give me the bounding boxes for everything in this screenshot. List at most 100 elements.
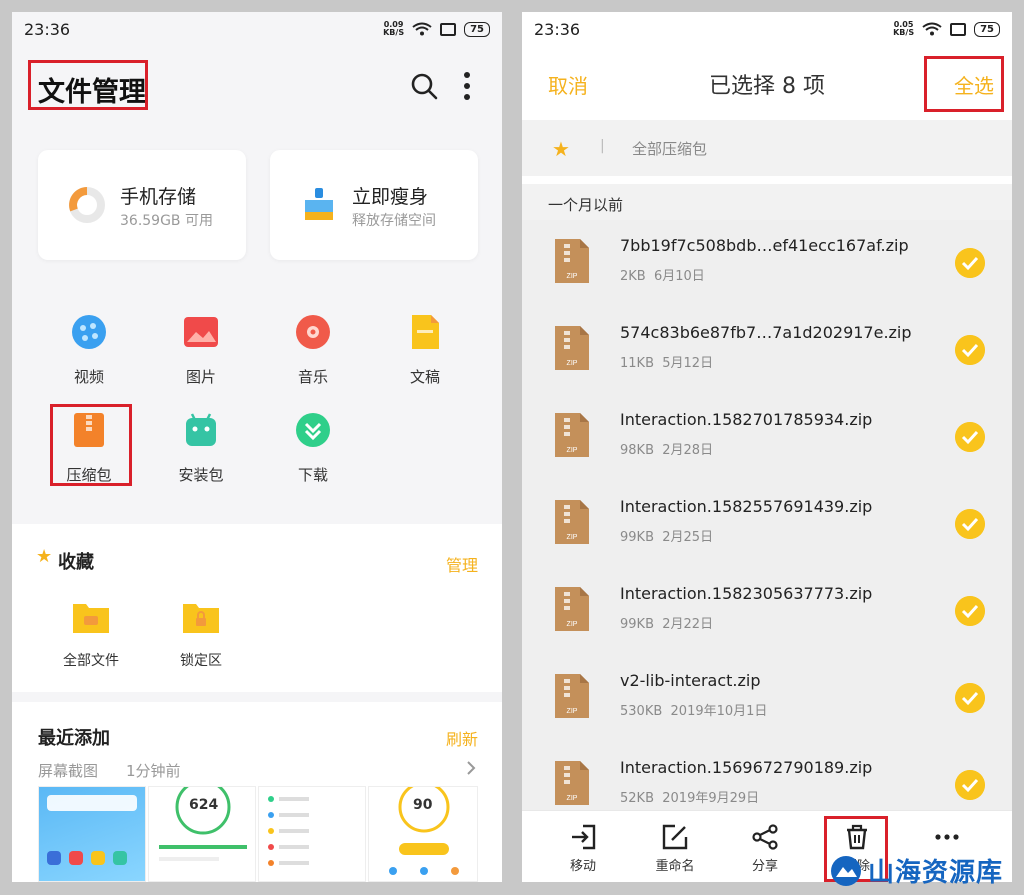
edit-icon [662, 824, 688, 850]
file-date: 2月25日 [662, 530, 714, 545]
status-bar: 23:36 0.09 KB/S 75 [12, 12, 502, 46]
checkmark-icon[interactable] [955, 596, 985, 626]
clean-up-card[interactable]: 立即瘦身 释放存储空间 [270, 150, 478, 260]
checkmark-icon[interactable] [955, 335, 985, 365]
video-icon [72, 315, 106, 349]
download-icon [296, 413, 330, 447]
svg-text:ZIP: ZIP [567, 708, 578, 715]
archive-selection-screen: 23:36 0.05 KB/S 75 取消 已选择 8 项 全选 ★ | 全部压缩… [522, 12, 1012, 882]
file-name: 574c83b6e87fb7…7a1d202917e.zip [620, 323, 912, 342]
category-images[interactable]: 图片 [151, 314, 251, 387]
star-icon: ★ [36, 546, 53, 567]
recent-source: 屏幕截图 [38, 762, 99, 780]
file-meta: 530KB 2019年10月1日 [620, 700, 767, 719]
category-apks[interactable]: 安装包 [151, 412, 251, 485]
category-video[interactable]: 视频 [39, 314, 139, 387]
file-date: 2月28日 [662, 443, 714, 458]
checkmark-icon[interactable] [955, 248, 985, 278]
file-meta: 99KB 2月25日 [620, 526, 713, 545]
zip-file-icon: ZIP [555, 413, 589, 457]
lock-folder-icon [183, 604, 219, 633]
zip-file-icon: ZIP [555, 674, 589, 718]
file-list: ZIP 7bb19f7c508bdb…ef41ecc167af.zip 2KB 6月… [522, 220, 1012, 810]
category-documents[interactable]: 文稿 [375, 314, 475, 387]
breadcrumb: ★ | 全部压缩包 [522, 120, 1012, 176]
svg-text:ZIP: ZIP [567, 360, 578, 367]
zip-file-icon: ZIP [555, 500, 589, 544]
file-row[interactable]: ZIP Interaction.1582701785934.zip 98KB 2月2… [522, 394, 1012, 481]
highlight-box-select-all [924, 56, 1004, 112]
checkmark-icon[interactable] [955, 770, 985, 800]
recent-time: 1分钟前 [126, 762, 181, 780]
file-name: Interaction.1569672790189.zip [620, 758, 873, 777]
svg-text:ZIP: ZIP [567, 273, 578, 280]
checkmark-icon[interactable] [955, 683, 985, 713]
checkmark-icon[interactable] [955, 422, 985, 452]
move-button[interactable]: 移动 [553, 823, 613, 874]
screenshot-thumb[interactable]: 90 [368, 786, 478, 882]
breadcrumb-separator: | [600, 138, 605, 154]
search-icon[interactable] [410, 72, 438, 100]
zip-file-icon: ZIP [555, 239, 589, 283]
refresh-link[interactable]: 刷新 [446, 726, 478, 750]
file-size: 98KB [620, 443, 654, 458]
file-date: 5月12日 [662, 356, 714, 371]
net-speed: 0.09 KB/S [383, 20, 405, 37]
rename-button[interactable]: 重命名 [645, 823, 705, 874]
more-vertical-icon[interactable] [460, 70, 474, 102]
more-horizontal-icon [935, 834, 959, 840]
document-icon [412, 315, 439, 349]
file-size: 52KB [620, 791, 654, 806]
file-row[interactable]: ZIP v2-lib-interact.zip 530KB 2019年10月1日 [522, 655, 1012, 742]
star-icon[interactable]: ★ [552, 137, 570, 161]
file-size: 2KB [620, 269, 646, 284]
chevron-right-icon[interactable] [466, 760, 476, 776]
file-meta: 52KB 2019年9月29日 [620, 787, 759, 806]
file-row[interactable]: ZIP 7bb19f7c508bdb…ef41ecc167af.zip 2KB 6月… [522, 220, 1012, 307]
category-downloads[interactable]: 下载 [263, 412, 363, 485]
file-date: 2019年9月29日 [662, 791, 760, 806]
zip-file-icon: ZIP [555, 587, 589, 631]
wifi-icon [412, 22, 432, 36]
file-date: 2019年10月1日 [670, 704, 768, 719]
share-button[interactable]: 分享 [735, 823, 795, 874]
screenshot-thumb[interactable]: 624 [148, 786, 256, 882]
file-row[interactable]: ZIP 574c83b6e87fb7…7a1d202917e.zip 11KB 5月… [522, 307, 1012, 394]
phone-storage-card[interactable]: 手机存储 36.59GB 可用 [38, 150, 246, 260]
file-name: Interaction.1582305637773.zip [620, 584, 873, 603]
card-subtitle: 释放存储空间 [352, 213, 436, 229]
share-icon [752, 824, 778, 850]
checkmark-icon[interactable] [955, 509, 985, 539]
file-row[interactable]: ZIP Interaction.1582305637773.zip 99KB 2月2… [522, 568, 1012, 655]
file-meta: 98KB 2月28日 [620, 439, 713, 458]
screenshot-thumb[interactable] [38, 786, 146, 882]
broom-icon [305, 188, 333, 220]
file-date: 6月10日 [653, 269, 705, 284]
file-meta: 2KB 6月10日 [620, 265, 705, 284]
card-subtitle: 36.59GB 可用 [120, 213, 213, 229]
svg-text:ZIP: ZIP [567, 447, 578, 454]
battery-icon: 75 [974, 21, 1000, 37]
file-manager-home: 23:36 0.09 KB/S 75 文件管理 手机存储 36.59GB 可用 立… [12, 12, 502, 882]
screen-rotate-icon [950, 22, 967, 36]
battery-icon: 75 [464, 21, 490, 37]
status-time: 23:36 [24, 19, 71, 39]
image-icon [184, 317, 218, 347]
favorites-title: 收藏 [58, 552, 94, 573]
file-meta: 11KB 5月12日 [620, 352, 713, 371]
file-name: 7bb19f7c508bdb…ef41ecc167af.zip [620, 236, 909, 255]
storage-donut-icon [69, 187, 105, 223]
status-time: 23:36 [534, 19, 581, 39]
manage-favorites-link[interactable]: 管理 [446, 552, 478, 576]
net-speed: 0.05 KB/S [893, 20, 915, 37]
more-button[interactable] [917, 823, 977, 851]
category-music[interactable]: 音乐 [263, 314, 363, 387]
svg-text:ZIP: ZIP [567, 534, 578, 541]
favorite-locked-area[interactable]: 锁定区 [146, 600, 256, 670]
favorite-all-files[interactable]: 全部文件 [36, 600, 146, 670]
card-title: 手机存储 [120, 186, 197, 208]
svg-text:ZIP: ZIP [567, 795, 578, 802]
highlight-box-archives [50, 404, 132, 486]
file-row[interactable]: ZIP Interaction.1582557691439.zip 99KB 2月2… [522, 481, 1012, 568]
screenshot-thumb[interactable] [258, 786, 366, 882]
